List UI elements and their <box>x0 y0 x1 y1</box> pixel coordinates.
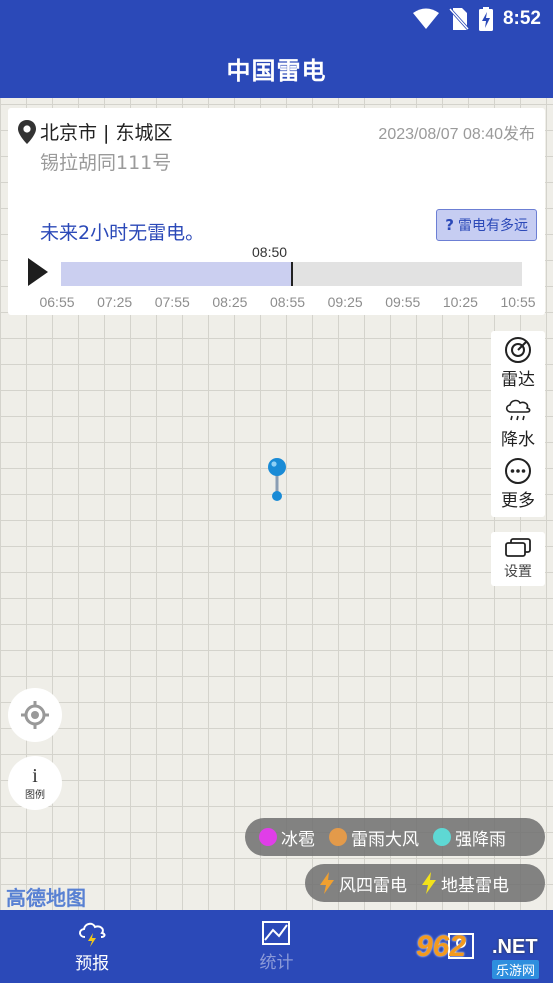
nav-statistics-label: 统计 <box>259 953 294 973</box>
battery-charging-icon <box>478 7 493 31</box>
map-pin-icon[interactable] <box>266 456 288 504</box>
nav-statistics[interactable]: 统计 <box>184 910 368 983</box>
site-watermark: 962 .NET 乐游网 <box>414 930 550 980</box>
location-text: 北京市 | 东城区 <box>40 122 173 144</box>
thunderstorm-wind-dot-icon <box>329 828 347 846</box>
chart-icon <box>262 921 291 945</box>
status-bar: 8:52 <box>0 0 553 38</box>
legend-item-ground-lightning: 地基雷电 <box>421 871 509 896</box>
legend-item-fy4-lightning: 风四雷电 <box>319 871 407 896</box>
legend-fy4-lightning-label: 风四雷电 <box>339 875 407 896</box>
watermark-number: 962 <box>416 930 467 963</box>
rain-cloud-icon <box>505 400 531 421</box>
timeline-tick-label: 10:55 <box>500 294 536 310</box>
timeline-tick-label: 09:55 <box>385 294 421 310</box>
layer-rain-label: 降水 <box>501 430 535 451</box>
hail-dot-icon <box>259 828 277 846</box>
crosshair-icon <box>21 701 49 729</box>
info-card: 北京市 | 东城区 2023/08/07 08:40发布 锡拉胡同111号 未来… <box>8 108 545 315</box>
legend-item-thunderstorm-wind: 雷雨大风 <box>329 825 419 850</box>
legend-button[interactable]: i 图例 <box>8 756 62 810</box>
location-pin-icon <box>18 119 36 144</box>
timeline-fill <box>61 262 292 286</box>
layer-more-button[interactable]: 更多 <box>501 457 535 517</box>
location-line[interactable]: 北京市 | 东城区 <box>18 118 172 145</box>
timeline-tick-label: 07:25 <box>97 294 133 310</box>
lightning-yellow-icon <box>422 872 436 894</box>
heavy-rain-dot-icon <box>433 828 451 846</box>
app-bar: 中国雷电 <box>0 38 553 98</box>
legend-hail-label: 冰雹 <box>281 829 315 850</box>
legend-button-label: 图例 <box>25 789 45 801</box>
nav-forecast[interactable]: 预报 <box>0 910 184 983</box>
radar-icon <box>505 337 531 363</box>
legend-thunderstorm-wind-label: 雷雨大风 <box>351 829 419 850</box>
layer-radar-button[interactable]: 雷达 <box>501 336 535 396</box>
info-icon: i <box>32 764 38 787</box>
nav-forecast-label: 预报 <box>75 954 110 974</box>
more-icon <box>505 457 531 484</box>
timeline-tick-label: 07:55 <box>154 294 190 310</box>
thunder-cloud-icon <box>79 922 106 947</box>
settings-label: 设置 <box>504 564 532 580</box>
legend-row-2: 风四雷电 地基雷电 <box>305 864 545 902</box>
question-icon: ? <box>445 216 454 234</box>
timeline-tick-label: 08:25 <box>212 294 248 310</box>
status-time: 8:52 <box>502 8 541 29</box>
legend-row-1: 冰雹 雷雨大风 强降雨 <box>245 818 545 856</box>
street-address: 锡拉胡同111号 <box>40 152 172 174</box>
timeline-track[interactable] <box>61 262 522 286</box>
layer-radar-label: 雷达 <box>501 370 535 390</box>
legend-item-hail: 冰雹 <box>259 825 315 850</box>
locate-button[interactable] <box>8 688 62 742</box>
timeline-current-time: 08:50 <box>252 244 288 260</box>
timeline-tick-label: 08:55 <box>269 294 306 310</box>
watermark-net: .NET <box>492 936 538 958</box>
legend-item-heavy-rain: 强降雨 <box>433 825 506 850</box>
publish-time: 2023/08/07 08:40发布 <box>378 126 535 143</box>
layer-more-label: 更多 <box>501 490 535 511</box>
no-sim-icon <box>448 7 469 31</box>
play-icon[interactable] <box>26 256 50 288</box>
watermark-sub: 乐游网 <box>492 960 540 979</box>
forecast-text: 未来2小时无雷电。 <box>40 222 205 244</box>
layer-panel: 雷达 降水 更多 <box>491 331 545 517</box>
lightning-distance-button[interactable]: ? 雷电有多远 <box>436 209 537 241</box>
status-icons: 8:52 <box>412 6 541 32</box>
page-title: 中国雷电 <box>226 56 327 85</box>
timeline-ticks: 06:55 07:25 07:55 08:25 08:55 09:25 09:55 10:25… <box>8 294 545 312</box>
layers-icon <box>505 538 531 557</box>
lightning-orange-icon <box>320 872 334 894</box>
timeline-tick-label: 09:25 <box>327 294 363 310</box>
timeline-tick-label: 06:55 <box>39 294 75 310</box>
timeline-tick-label: 10:25 <box>442 294 478 310</box>
layer-rain-button[interactable]: 降水 <box>501 396 535 456</box>
lightning-distance-label: 雷电有多远 <box>458 218 528 234</box>
settings-button[interactable]: 设置 <box>491 532 545 586</box>
timeline-marker[interactable] <box>291 262 293 286</box>
legend-heavy-rain-label: 强降雨 <box>455 829 506 850</box>
legend-ground-lightning-label: 地基雷电 <box>441 875 509 896</box>
amap-logo: 高德地图 <box>6 886 86 910</box>
wifi-icon <box>412 8 439 29</box>
